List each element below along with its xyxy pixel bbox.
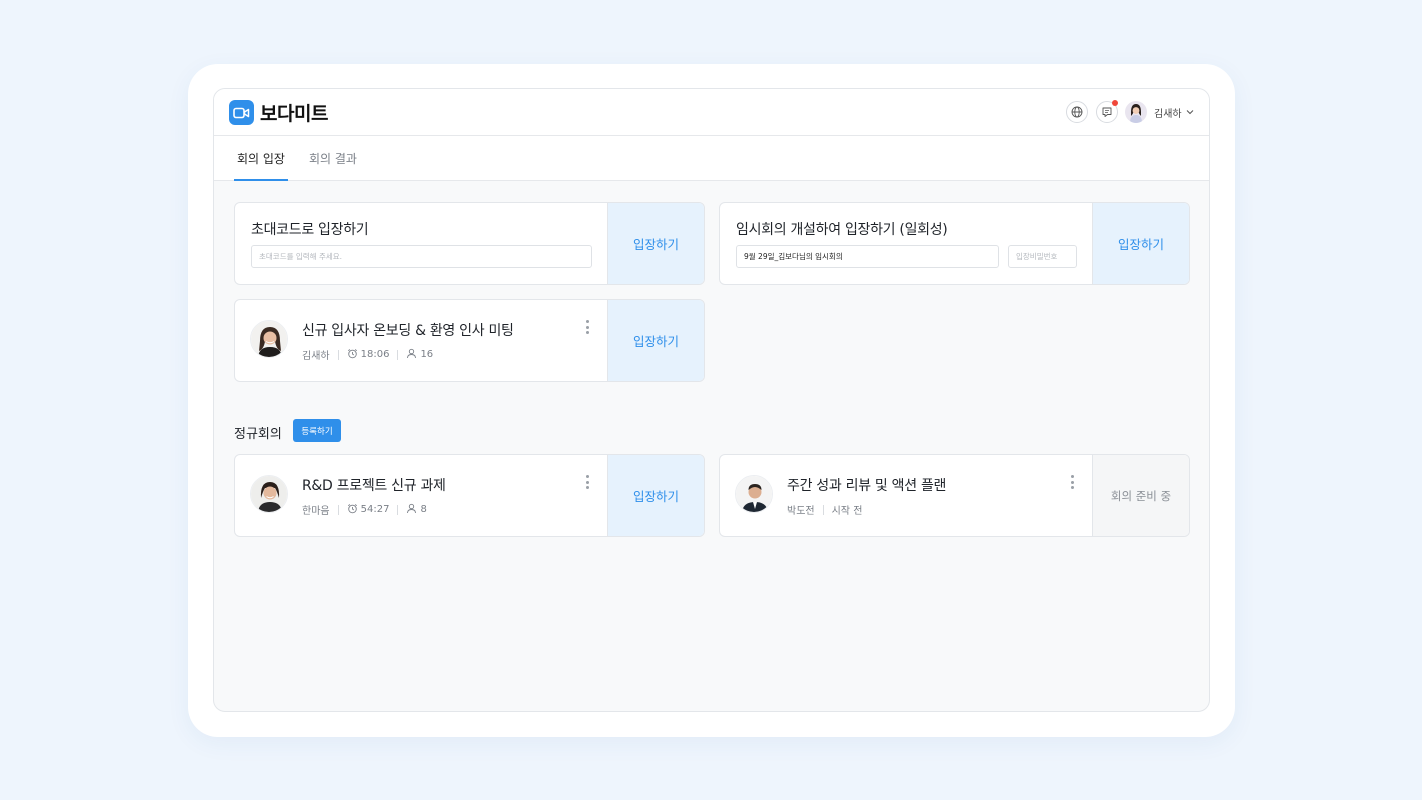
register-button[interactable]: 등록하기 xyxy=(293,419,341,442)
tab-meeting-results[interactable]: 회의 결과 xyxy=(309,150,357,181)
join-code-enter-button[interactable]: 입장하기 xyxy=(607,203,704,284)
regular-meeting-card: 주간 성과 리뷰 및 액션 플랜 박도전 시작 전 회의 준비 중 xyxy=(719,454,1190,537)
message-icon xyxy=(1101,103,1113,122)
host-avatar xyxy=(250,475,288,513)
join-code-title: 초대코드로 입장하기 xyxy=(251,222,369,238)
alarm-clock-icon xyxy=(347,348,358,362)
meeting-elapsed-time: 18:06 xyxy=(360,349,390,360)
person-icon xyxy=(406,348,417,362)
participant-count: 8 xyxy=(420,504,427,515)
more-options-icon[interactable] xyxy=(585,320,589,334)
meeting-elapsed-time: 54:27 xyxy=(360,504,390,515)
person-icon xyxy=(406,503,417,517)
meeting-enter-button[interactable]: 입장하기 xyxy=(607,300,704,381)
meeting-title[interactable]: R&D 프로젝트 신규 과제 xyxy=(302,475,446,495)
app-window: 보다미트 김새하 회의 입장 회의 결과 초대코드로 입장하기 초대코드를 입력… xyxy=(213,88,1210,712)
meeting-title[interactable]: 신규 입사자 온보딩 & 환영 인사 미팅 xyxy=(302,320,514,340)
notification-dot xyxy=(1112,100,1118,106)
meeting-title[interactable]: 주간 성과 리뷰 및 액션 플랜 xyxy=(787,475,946,495)
meeting-name-input[interactable] xyxy=(736,245,999,268)
participant-count: 16 xyxy=(420,349,434,360)
meeting-card: 신규 입사자 온보딩 & 환영 인사 미팅 김새하 18:06 16 입장하기 xyxy=(234,299,705,382)
language-button[interactable] xyxy=(1066,101,1088,123)
header: 보다미트 김새하 xyxy=(214,89,1209,136)
meeting-meta: 한마음 54:27 8 xyxy=(302,502,427,517)
globe-icon xyxy=(1071,103,1083,122)
host-avatar xyxy=(250,320,288,358)
meeting-password-input[interactable] xyxy=(1008,245,1077,268)
host-avatar xyxy=(735,475,773,513)
meeting-enter-button[interactable]: 입장하기 xyxy=(607,455,704,536)
messages-button[interactable] xyxy=(1096,100,1118,123)
regular-meeting-card: R&D 프로젝트 신규 과제 한마음 54:27 8 입장하기 xyxy=(234,454,705,537)
user-avatar[interactable] xyxy=(1125,101,1147,123)
app-logo[interactable]: 보다미트 xyxy=(260,99,328,126)
regular-meetings-title: 정규회의 xyxy=(234,427,282,442)
video-camera-icon xyxy=(229,100,254,125)
meeting-host: 박도전 xyxy=(787,506,815,517)
instant-meeting-card: 임시회의 개설하여 입장하기 (일회성) 입장하기 xyxy=(719,202,1190,285)
meeting-meta: 김새하 18:06 16 xyxy=(302,347,433,362)
invite-code-input[interactable] xyxy=(251,245,592,268)
meeting-status: 시작 전 xyxy=(831,506,863,517)
meeting-host: 김새하 xyxy=(302,351,330,362)
join-code-card: 초대코드로 입장하기 입장하기 xyxy=(234,202,705,285)
instant-meeting-enter-button[interactable]: 입장하기 xyxy=(1092,203,1189,284)
instant-meeting-title: 임시회의 개설하여 입장하기 (일회성) xyxy=(736,222,948,238)
user-name: 김새하 xyxy=(1154,109,1182,120)
alarm-clock-icon xyxy=(347,503,358,517)
more-options-icon[interactable] xyxy=(585,475,589,489)
user-menu[interactable]: 김새하 xyxy=(1154,105,1194,120)
meeting-host: 한마음 xyxy=(302,506,330,517)
chevron-down-icon xyxy=(1186,107,1194,118)
meeting-preparing-status: 회의 준비 중 xyxy=(1092,455,1189,536)
meeting-meta: 박도전 시작 전 xyxy=(787,502,862,517)
more-options-icon[interactable] xyxy=(1070,475,1074,489)
tab-bar: 회의 입장 회의 결과 xyxy=(214,136,1209,181)
tab-meeting-join[interactable]: 회의 입장 xyxy=(234,150,288,181)
